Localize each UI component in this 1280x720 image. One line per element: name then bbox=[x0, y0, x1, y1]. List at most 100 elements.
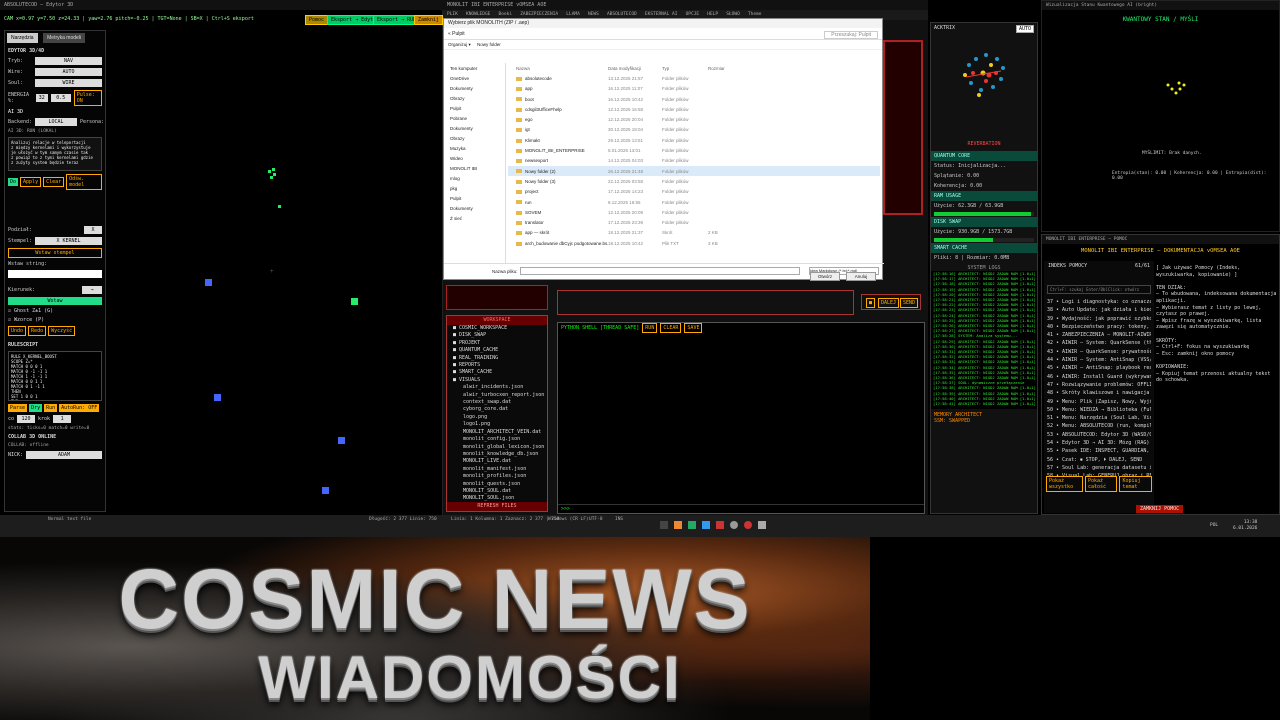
help-topic[interactable]: 46 • AIWIR: Install Guard (wykrywanie po… bbox=[1047, 373, 1151, 381]
cancel-button[interactable]: Anuluj bbox=[846, 272, 876, 281]
filename-input[interactable] bbox=[520, 267, 800, 275]
help-topic[interactable]: 39 • Wydajność: jak poprawić szybkość i … bbox=[1047, 315, 1151, 323]
show-full-button[interactable]: Pokaż całość bbox=[1084, 476, 1118, 492]
shell-input[interactable]: >>> bbox=[558, 504, 924, 513]
copy-topic-button[interactable]: Kopiuj temat bbox=[1119, 476, 1153, 492]
undo-button[interactable]: Undo bbox=[8, 326, 27, 336]
file-row[interactable]: newsexport 14.12.2025 04:03 Folder plików bbox=[508, 156, 880, 166]
file-row[interactable]: run 8.12.2025 16:55 Folder plików bbox=[508, 197, 880, 207]
workspace-item[interactable]: context_swap.dat bbox=[447, 399, 547, 406]
help-topic[interactable]: 54 • Edytor 3D → AI 3D: Mózg (RAG) — jak… bbox=[1047, 439, 1151, 447]
nav-item[interactable]: pkg bbox=[444, 183, 505, 193]
step-input[interactable]: 120 bbox=[17, 415, 36, 423]
help-topic[interactable]: 38 • Auto Update: jak działa i kiedy uży… bbox=[1047, 306, 1151, 314]
menu-item[interactable]: OPCJE bbox=[686, 12, 700, 17]
help-topic[interactable]: 52 • Menu: ABSOLUTECOD (run, kompilacja) bbox=[1047, 422, 1151, 430]
dalej-button[interactable]: DALEJ bbox=[878, 298, 900, 308]
ai-refresh-button[interactable]: Odśw. model bbox=[66, 174, 102, 190]
nav-item[interactable]: Obrazy bbox=[444, 133, 505, 143]
file-row[interactable]: Nowy folder (3) 22.12.2025 03:58 Folder pl… bbox=[508, 176, 880, 186]
menu-item[interactable]: Theme bbox=[748, 12, 762, 17]
help-topic[interactable]: 48 • Skróty klawiszowe i nawigacja bbox=[1047, 389, 1151, 397]
ai-do-button[interactable]: Do bbox=[8, 178, 19, 186]
menu-item[interactable]: Booki bbox=[499, 12, 513, 17]
shell-save-button[interactable]: SAVE bbox=[684, 323, 703, 333]
stamp-select[interactable]: X KERNEL bbox=[35, 237, 102, 245]
help-topic[interactable]: 57 • Soul Lab: generacja datasetu i eksp… bbox=[1047, 464, 1151, 472]
help-topic[interactable]: 47 • Rozwiązywanie problemów: OFFLINE, n… bbox=[1047, 381, 1151, 389]
help-topic[interactable]: 55 • Pasek IDE: INSPECT, GUARDIAN, PURGE bbox=[1047, 447, 1151, 455]
nav-item[interactable]: Dokumenty bbox=[444, 123, 505, 133]
voxel[interactable] bbox=[338, 437, 345, 444]
menu-item[interactable]: PLIK bbox=[447, 12, 458, 17]
insert-string-input[interactable] bbox=[8, 270, 102, 278]
workspace-item[interactable]: monolit_global_lexicon.json bbox=[447, 444, 547, 451]
nav-item[interactable]: Dokumenty bbox=[444, 83, 505, 93]
wire-select[interactable]: AUTO bbox=[35, 68, 102, 76]
workspace-item[interactable]: ■ COSMIC_WORKSPACE bbox=[447, 325, 547, 332]
help-topic[interactable]: 45 • AIWIR — AntiSnap: playbook reakcji … bbox=[1047, 364, 1151, 372]
file-row[interactable]: ego 12.12.2025 20:04 Folder plików bbox=[508, 114, 880, 124]
nav-item[interactable]: Pulpit bbox=[444, 193, 505, 203]
nav-item[interactable]: Muzyka bbox=[444, 143, 505, 153]
soul-select[interactable]: WIRE bbox=[35, 79, 102, 87]
workspace-item[interactable]: ■ QUANTUM_CACHE bbox=[447, 347, 547, 354]
help-topic[interactable]: 53 • ABSOLUTECOD: Edytor 3D (WASD/QE) bbox=[1047, 431, 1151, 439]
file-row[interactable]: Klimakt 29.12.2025 13:51 Folder plików bbox=[508, 135, 880, 145]
file-row[interactable]: Nowy folder (2) 26.12.2025 21:48 Folder pl… bbox=[508, 165, 880, 177]
menu-item[interactable]: LLAMA bbox=[566, 12, 580, 17]
col-size[interactable]: Rozmiar bbox=[708, 66, 738, 71]
workspace-item[interactable]: logo1.png bbox=[447, 421, 547, 428]
help-search-input[interactable]: Ctrl+F: szukaj Enter/DblClick: otwórz bbox=[1047, 285, 1151, 294]
workspace-item[interactable]: alwir_turbocxen_report.json bbox=[447, 392, 547, 399]
close-button[interactable]: Zamknij bbox=[414, 15, 444, 25]
help-topic[interactable]: 56 • Czat: ⏹ STOP, ⏵ DALEJ, SEND bbox=[1047, 456, 1151, 464]
help-topic[interactable]: 37 • Logi i diagnostyka: co oznaczają ko… bbox=[1047, 298, 1151, 306]
voxel[interactable] bbox=[351, 298, 358, 305]
help-topic[interactable]: 42 • AIWIR — System: QuarkSense (thr, ho… bbox=[1047, 339, 1151, 347]
mode-select[interactable]: NAV bbox=[35, 57, 102, 65]
workspace-item[interactable]: ■ REPORTS bbox=[447, 362, 547, 369]
voxel[interactable] bbox=[214, 394, 221, 401]
file-row[interactable]: app — skrót 18.12.2025 21:37 Skrót 2 KB bbox=[508, 228, 880, 238]
split-input[interactable]: X bbox=[84, 226, 102, 234]
workspace-item[interactable]: logo.png bbox=[447, 414, 547, 421]
nav-item[interactable]: Wideo bbox=[444, 153, 505, 163]
file-row[interactable]: cdsgil3UfficeFhelp 12.12.2025 16:58 Folder… bbox=[508, 104, 880, 114]
file-row[interactable]: igt 30.12.2025 18:04 Folder plików bbox=[508, 125, 880, 135]
workspace-item[interactable]: ■ SMART_CACHE bbox=[447, 369, 547, 376]
insert-button[interactable]: Wstaw bbox=[8, 297, 102, 305]
clock[interactable]: 13:38 6.01.2026 bbox=[1233, 520, 1257, 532]
file-row[interactable]: app 16.12.2025 11:07 Folder plików bbox=[508, 84, 880, 94]
nav-item[interactable]: mlog bbox=[444, 173, 505, 183]
dry-button[interactable]: Dry bbox=[29, 404, 43, 412]
menu-item[interactable]: SŁOWO bbox=[726, 12, 740, 17]
new-folder-button[interactable]: Nowy folder bbox=[477, 42, 501, 47]
workspace-item[interactable]: monolit_manifest.json bbox=[447, 466, 547, 473]
menu-item[interactable]: ZABEZPIECZENIA bbox=[520, 12, 558, 17]
menu-item[interactable]: NEWS bbox=[588, 12, 599, 17]
nav-item[interactable]: Ten komputer bbox=[444, 63, 505, 73]
help-topic[interactable]: 41 • ZABEZPIECZENIA — MONOLIT-AIWIR bbox=[1047, 331, 1151, 339]
workspace-item[interactable]: MONOLIT_SOUL.dat bbox=[447, 488, 547, 495]
nav-item[interactable]: Pulpit bbox=[444, 103, 505, 113]
nav-item[interactable]: Obrazy bbox=[444, 93, 505, 103]
ai-apply-button[interactable]: Apply bbox=[20, 177, 42, 187]
help-topic[interactable]: 43 • AIWIR — QuarkSense: prywatność (lok… bbox=[1047, 348, 1151, 356]
workspace-item[interactable]: ■ REAL_TRAINING bbox=[447, 355, 547, 362]
col-name[interactable]: Nazwa bbox=[508, 66, 608, 71]
insert-stamp-button[interactable]: Wstaw stempel bbox=[8, 248, 102, 258]
workspace-item[interactable]: MONOLIT_LIVE.dat bbox=[447, 458, 547, 465]
redo-button[interactable]: Redo bbox=[28, 326, 47, 336]
dialog-path[interactable]: « Pulpit bbox=[448, 31, 465, 37]
menu-item[interactable]: HELP bbox=[707, 12, 718, 17]
workspace-item[interactable]: monolit_profiles.json bbox=[447, 473, 547, 480]
workspace-item[interactable]: monolit_config.json bbox=[447, 436, 547, 443]
file-row[interactable]: absolutecode 13.12.2025 21:57 Folder plikó… bbox=[508, 73, 880, 83]
workspace-item[interactable]: ■ DISK_SWAP bbox=[447, 332, 547, 339]
file-row[interactable]: boot 16.12.2025 10:42 Folder plików bbox=[508, 94, 880, 104]
krok-input[interactable]: 1 bbox=[53, 415, 72, 423]
language-indicator[interactable]: POL bbox=[1210, 523, 1218, 528]
help-topic[interactable]: 50 • Menu: WIEDZA → Biblioteka (Full & V… bbox=[1047, 406, 1151, 414]
energy-input[interactable]: 32 bbox=[35, 94, 48, 102]
